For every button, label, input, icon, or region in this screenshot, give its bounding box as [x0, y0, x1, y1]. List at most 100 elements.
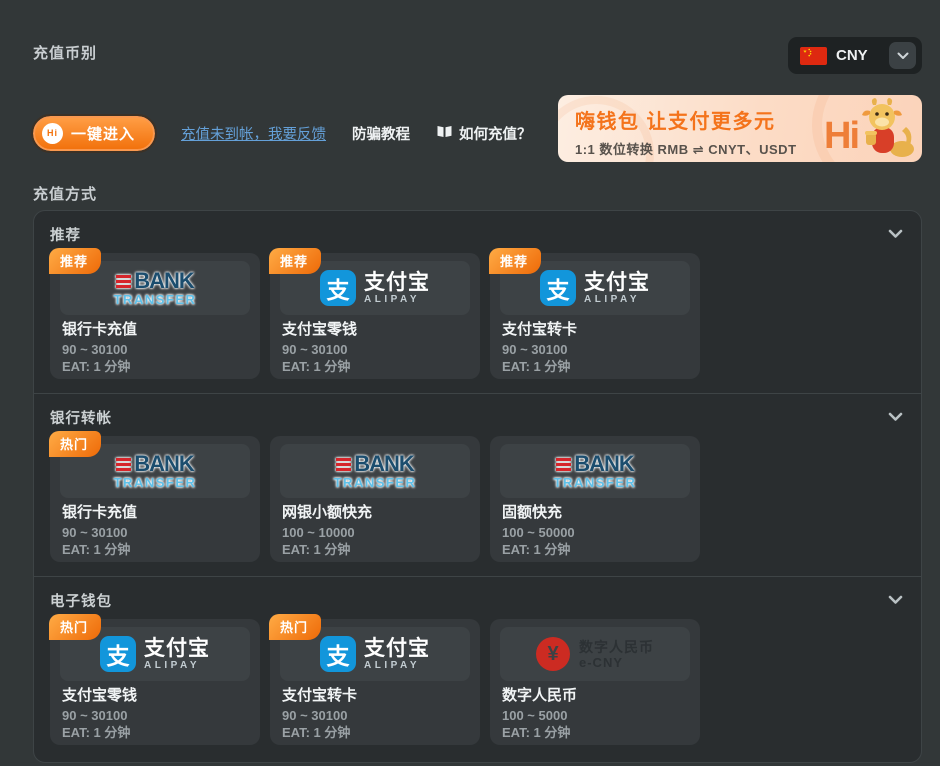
deposit-feedback-link[interactable]: 充值未到帐，我要反馈	[181, 123, 326, 144]
alipay-symbol-icon: 支	[100, 636, 136, 672]
card-name: 支付宝转卡	[502, 321, 688, 339]
payment-method-card[interactable]: 推荐 支 支付宝 ALIPAY 支付宝零钱 90 ~ 30100 EAT: 1 …	[270, 253, 480, 379]
card-eat: EAT: 1 分钟	[282, 725, 468, 741]
red-stripes-icon	[336, 458, 351, 471]
bank-transfer-logo: BANK TRANSFER	[114, 453, 197, 489]
section-title: 推荐	[50, 224, 81, 245]
deposit-methods-panel: 推荐 推荐 BANK TRANSFER 银行卡充值 90 ~ 30100 EAT…	[33, 210, 922, 763]
promo-banner-text: 嗨钱包 让支付更多元 1:1 数位转换 RMB ⇌ CNYT、USDT	[575, 105, 797, 158]
section-header: 银行转帐	[50, 406, 905, 428]
alipay-logo: 支 支付宝 ALIPAY	[100, 636, 210, 672]
card-logo-plate: BANK TRANSFER	[500, 444, 690, 498]
promo-banner-title: 嗨钱包 让支付更多元	[575, 105, 797, 134]
section-header: 电子钱包	[50, 589, 905, 611]
how-to-deposit-label: 如何充值？	[459, 123, 532, 144]
card-badge: 热门	[49, 614, 101, 640]
card-amount-range: 90 ~ 30100	[282, 342, 468, 358]
section-title: 银行转帐	[50, 407, 112, 428]
payment-method-card[interactable]: ¥ 数字人民币 e-CNY 数字人民币 100 ~ 5000 EAT: 1 分钟	[490, 619, 700, 745]
card-amount-range: 100 ~ 50000	[502, 525, 688, 541]
card-amount-range: 100 ~ 5000	[502, 708, 688, 724]
ecny-logo: ¥ 数字人民币 e-CNY	[536, 637, 654, 671]
card-eat: EAT: 1 分钟	[502, 359, 688, 375]
card-badge: 热门	[49, 431, 101, 457]
card-logo-plate: ¥ 数字人民币 e-CNY	[500, 627, 690, 681]
bank-transfer-logo: BANK TRANSFER	[334, 453, 417, 489]
section-header: 推荐	[50, 223, 905, 245]
card-eat: EAT: 1 分钟	[502, 542, 688, 558]
page-title: 充值币别	[33, 42, 97, 63]
card-badge: 热门	[269, 614, 321, 640]
alipay-logo: 支 支付宝 ALIPAY	[320, 270, 430, 306]
payment-method-card[interactable]: 热门 支 支付宝 ALIPAY 支付宝转卡 90 ~ 30100 EAT: 1 …	[270, 619, 480, 745]
bank-transfer-logo: BANK TRANSFER	[114, 270, 197, 306]
card-eat: EAT: 1 分钟	[62, 542, 248, 558]
quick-enter-label: 一键进入	[71, 123, 135, 144]
how-to-deposit-link[interactable]: 如何充值？	[436, 123, 532, 144]
card-amount-range: 90 ~ 30100	[62, 342, 248, 358]
deposit-page: 充值币别 CNY Hi 一键进入 充值未到帐，我要反馈 防骗教程	[0, 0, 940, 766]
payment-method-card[interactable]: 热门 BANK TRANSFER 银行卡充值 90 ~ 30100 EAT: 1…	[50, 436, 260, 562]
payment-method-card[interactable]: 推荐 支 支付宝 ALIPAY 支付宝转卡 90 ~ 30100 EAT: 1 …	[490, 253, 700, 379]
card-amount-range: 90 ~ 30100	[282, 708, 468, 724]
china-flag-icon	[800, 47, 827, 65]
card-eat: EAT: 1 分钟	[282, 359, 468, 375]
quick-enter-button[interactable]: Hi 一键进入	[33, 116, 155, 151]
card-badge: 推荐	[269, 248, 321, 274]
anti-fraud-tutorial-link[interactable]: 防骗教程	[352, 123, 410, 144]
method-section: 电子钱包 热门 支 支付宝 ALIPAY 支付宝零钱 90 ~ 30100 EA…	[34, 576, 921, 759]
card-amount-range: 100 ~ 10000	[282, 525, 468, 541]
card-amount-range: 90 ~ 30100	[62, 525, 248, 541]
payment-method-card[interactable]: BANK TRANSFER 固额快充 100 ~ 50000 EAT: 1 分钟	[490, 436, 700, 562]
payment-method-card[interactable]: 推荐 BANK TRANSFER 银行卡充值 90 ~ 30100 EAT: 1…	[50, 253, 260, 379]
ecny-symbol-icon: ¥	[536, 637, 570, 671]
card-name: 支付宝转卡	[282, 687, 468, 705]
payment-method-card[interactable]: BANK TRANSFER 网银小额快充 100 ~ 10000 EAT: 1 …	[270, 436, 480, 562]
alipay-logo: 支 支付宝 ALIPAY	[540, 270, 650, 306]
alipay-logo: 支 支付宝 ALIPAY	[320, 636, 430, 672]
card-name: 支付宝零钱	[282, 321, 468, 339]
payment-method-card[interactable]: 热门 支 支付宝 ALIPAY 支付宝零钱 90 ~ 30100 EAT: 1 …	[50, 619, 260, 745]
card-eat: EAT: 1 分钟	[62, 725, 248, 741]
card-eat: EAT: 1 分钟	[62, 359, 248, 375]
open-book-icon	[436, 125, 453, 142]
card-name: 网银小额快充	[282, 504, 468, 522]
red-stripes-icon	[116, 275, 131, 288]
method-section: 银行转帐 热门 BANK TRANSFER 银行卡充值 90 ~ 30100 E…	[34, 393, 921, 576]
alipay-symbol-icon: 支	[320, 270, 356, 306]
card-row: 热门 BANK TRANSFER 银行卡充值 90 ~ 30100 EAT: 1…	[50, 436, 905, 562]
chevron-down-icon[interactable]	[886, 410, 905, 424]
card-amount-range: 90 ~ 30100	[62, 708, 248, 724]
promo-banner-subtitle: 1:1 数位转换 RMB ⇌ CNYT、USDT	[575, 139, 797, 158]
card-badge: 推荐	[489, 248, 541, 274]
golden-dragon-mascot	[850, 97, 916, 162]
promo-banner-art: Hi	[780, 95, 920, 162]
action-row: Hi 一键进入 充值未到帐，我要反馈 防骗教程 如何充值？	[33, 114, 532, 152]
card-amount-range: 90 ~ 30100	[502, 342, 688, 358]
hi-wallet-icon: Hi	[42, 123, 63, 144]
promo-banner[interactable]: 嗨钱包 让支付更多元 1:1 数位转换 RMB ⇌ CNYT、USDT Hi	[558, 95, 922, 162]
alipay-symbol-icon: 支	[540, 270, 576, 306]
red-stripes-icon	[556, 458, 571, 471]
chevron-down-icon[interactable]	[886, 227, 905, 241]
currency-code: CNY	[836, 47, 880, 64]
alipay-symbol-icon: 支	[320, 636, 356, 672]
card-name: 银行卡充值	[62, 504, 248, 522]
card-row: 推荐 BANK TRANSFER 银行卡充值 90 ~ 30100 EAT: 1…	[50, 253, 905, 379]
card-eat: EAT: 1 分钟	[282, 542, 468, 558]
card-name: 固额快充	[502, 504, 688, 522]
chevron-down-icon[interactable]	[889, 42, 916, 69]
card-badge: 推荐	[49, 248, 101, 274]
section-title: 电子钱包	[50, 590, 112, 611]
red-stripes-icon	[116, 458, 131, 471]
deposit-methods-title: 充值方式	[33, 183, 97, 204]
bank-transfer-logo: BANK TRANSFER	[554, 453, 637, 489]
method-section: 推荐 推荐 BANK TRANSFER 银行卡充值 90 ~ 30100 EAT…	[34, 211, 921, 393]
chevron-down-icon[interactable]	[886, 593, 905, 607]
card-name: 数字人民币	[502, 687, 688, 705]
card-row: 热门 支 支付宝 ALIPAY 支付宝零钱 90 ~ 30100 EAT: 1 …	[50, 619, 905, 745]
card-name: 银行卡充值	[62, 321, 248, 339]
currency-select[interactable]: CNY	[788, 37, 922, 74]
card-name: 支付宝零钱	[62, 687, 248, 705]
card-logo-plate: BANK TRANSFER	[280, 444, 470, 498]
